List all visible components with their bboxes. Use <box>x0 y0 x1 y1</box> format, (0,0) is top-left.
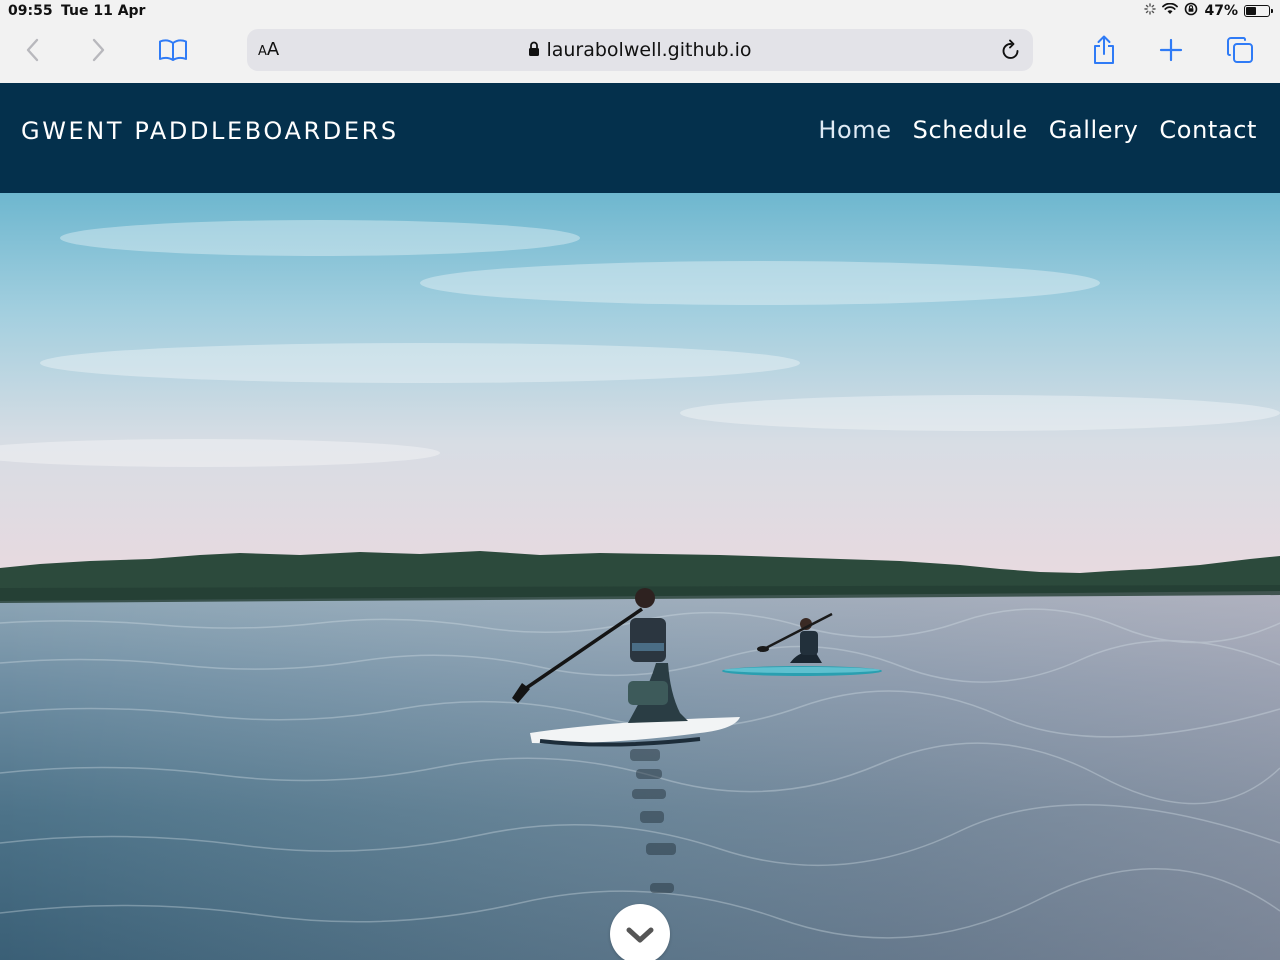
nav-schedule-link[interactable]: Schedule <box>913 116 1028 144</box>
bookmarks-icon <box>159 39 187 61</box>
tabs-button[interactable] <box>1220 32 1260 68</box>
battery-fill <box>1246 7 1256 15</box>
forward-icon <box>92 38 105 62</box>
url-text: laurabolwell.github.io <box>546 39 752 61</box>
wifi-icon <box>1162 2 1179 19</box>
share-icon <box>1094 35 1114 64</box>
url-display[interactable]: laurabolwell.github.io <box>247 39 1033 62</box>
back-icon <box>26 38 39 62</box>
site-header: GWENT PADDLEBOARDERS Home Schedule Galle… <box>0 83 1280 193</box>
share-button[interactable] <box>1084 32 1124 68</box>
address-bar[interactable]: AA laurabolwell.github.io <box>247 29 1033 71</box>
new-tab-button[interactable] <box>1151 32 1191 68</box>
status-bar: 09:55 Tue 11 Apr 47% <box>0 0 1280 24</box>
nav-contact-link[interactable]: Contact <box>1159 116 1257 144</box>
back-button[interactable] <box>12 32 52 68</box>
loading-spinner-icon <box>1144 3 1157 19</box>
main-nav: Home Schedule Gallery Contact <box>818 116 1257 144</box>
bookmarks-button[interactable] <box>153 32 193 68</box>
forward-button[interactable] <box>79 32 119 68</box>
status-time: 09:55 <box>8 3 53 19</box>
reload-button[interactable] <box>997 36 1025 64</box>
lock-icon <box>528 40 540 62</box>
nav-gallery-link[interactable]: Gallery <box>1049 116 1139 144</box>
battery-icon <box>1244 5 1273 17</box>
battery-percent: 47% <box>1204 3 1238 19</box>
new-tab-icon <box>1159 38 1183 62</box>
chevron-down-icon <box>626 927 654 943</box>
reload-icon <box>1002 39 1019 59</box>
hero-photo <box>0 193 1280 960</box>
hero-image <box>0 193 1280 960</box>
tabs-icon <box>1227 37 1253 63</box>
orientation-lock-icon <box>1184 2 1198 20</box>
status-indicators: 47% <box>1144 2 1273 20</box>
nav-home-link[interactable]: Home <box>818 116 891 144</box>
browser-toolbar: AA laurabolwell.github.io <box>0 24 1280 84</box>
scroll-down-button[interactable] <box>610 904 670 960</box>
status-date: Tue 11 Apr <box>61 3 146 19</box>
site-brand[interactable]: GWENT PADDLEBOARDERS <box>21 117 399 145</box>
